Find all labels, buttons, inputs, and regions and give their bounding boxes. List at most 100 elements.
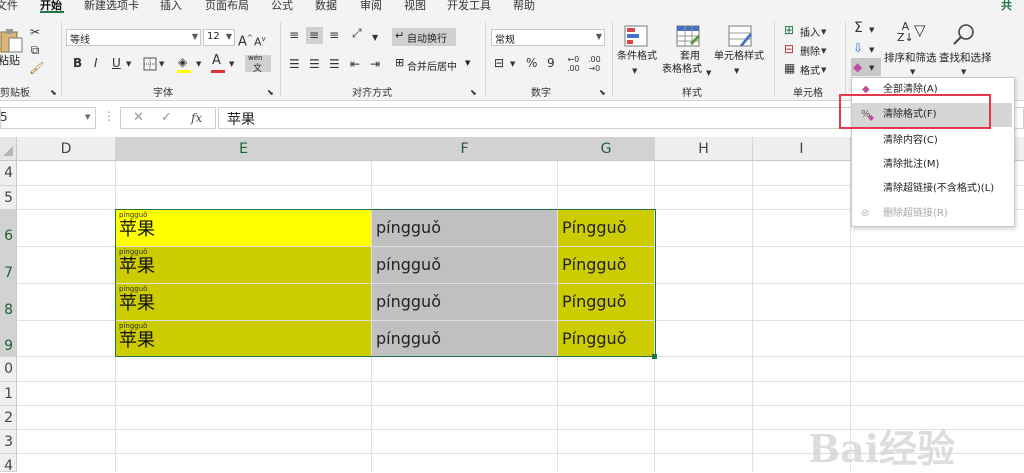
underline-button[interactable]: U <box>112 55 121 71</box>
insert-cells-label[interactable]: 插入 <box>800 24 820 39</box>
cut-icon[interactable]: ✂ <box>29 24 41 40</box>
chevron-down-icon[interactable]: ▼ <box>126 56 131 72</box>
chevron-down-icon[interactable]: ▼ <box>821 62 826 78</box>
italic-button[interactable]: I <box>94 55 98 71</box>
column-header-h[interactable]: H <box>655 137 753 161</box>
menu-developer[interactable]: 开发工具 <box>447 0 491 13</box>
share-button[interactable]: 共 <box>1001 0 1012 13</box>
format-as-table-icon[interactable] <box>676 25 702 49</box>
insert-cells-icon[interactable]: ⊞ <box>784 22 794 38</box>
chevron-down-icon[interactable]: ▼ <box>734 63 739 79</box>
chevron-down-icon[interactable]: ▼ <box>869 22 874 38</box>
font-color-icon[interactable]: A <box>212 53 221 69</box>
align-left-icon[interactable]: ☰ <box>289 56 300 72</box>
cell-styles-label[interactable]: 单元格样式 <box>714 51 764 63</box>
comma-button[interactable]: 9 <box>547 55 555 71</box>
format-as-table-label-2[interactable]: 表格格式 <box>662 64 702 76</box>
chevron-down-icon[interactable]: ▼ <box>372 30 378 46</box>
menu-item-remove-hyperlinks[interactable]: ⊘ 删除超链接(R) <box>852 202 1012 226</box>
orientation-icon[interactable]: ⤢ <box>352 25 362 41</box>
column-header-f[interactable]: F <box>372 137 558 161</box>
chevron-down-icon[interactable]: ▼ <box>159 56 164 72</box>
paste-icon[interactable] <box>0 27 24 53</box>
menu-insert[interactable]: 插入 <box>160 0 182 13</box>
merge-center-button[interactable]: ⊞ 合并后居中 ▼ <box>392 56 476 74</box>
menu-help[interactable]: 帮助 <box>513 0 535 13</box>
font-name-select[interactable]: 等线 ▼ <box>66 29 201 46</box>
dialog-launcher-icon[interactable]: ⬊ <box>470 85 477 101</box>
menu-file[interactable]: 文件 <box>0 0 18 13</box>
row-header[interactable]: 1 <box>0 382 17 406</box>
bold-button[interactable]: B <box>73 55 82 71</box>
row-header[interactable]: 5 <box>0 186 17 210</box>
shrink-font-button[interactable]: Av <box>254 31 266 51</box>
conditional-format-label[interactable]: 条件格式 <box>617 51 657 63</box>
menu-page-layout[interactable]: 页面布局 <box>205 0 249 13</box>
increase-decimal-icon[interactable]: ←0.00 <box>567 55 580 73</box>
column-header-e[interactable]: E <box>116 137 372 161</box>
column-header-g[interactable]: G <box>558 137 655 161</box>
increase-indent-icon[interactable]: ⇥ <box>370 56 380 72</box>
find-select-label[interactable]: 查找和选择 <box>939 50 992 65</box>
wrap-text-button[interactable]: ↵ 自动换行 <box>392 28 456 46</box>
align-center-icon[interactable]: ☰ <box>309 56 320 72</box>
percent-button[interactable]: % <box>526 55 537 71</box>
row-header[interactable]: 3 <box>0 430 17 454</box>
align-middle-button[interactable]: ≡ <box>306 27 323 44</box>
menu-review[interactable]: 审阅 <box>360 0 382 13</box>
delete-cells-icon[interactable]: ⊟ <box>784 41 794 57</box>
menu-view[interactable]: 视图 <box>404 0 426 13</box>
find-select-icon[interactable] <box>951 22 977 46</box>
align-right-icon[interactable]: ☰ <box>329 56 340 72</box>
chevron-down-icon[interactable]: ▼ <box>632 63 637 79</box>
fill-color-icon[interactable]: ◈ <box>178 54 187 70</box>
name-box[interactable]: 5 ▼ <box>0 107 96 129</box>
dialog-launcher-icon[interactable]: ⬊ <box>50 85 57 101</box>
cancel-icon[interactable]: ✕ <box>133 110 144 125</box>
row-header[interactable]: 9 <box>0 321 17 357</box>
format-as-table-label-1[interactable]: 套用 <box>680 51 700 63</box>
decrease-decimal-icon[interactable]: .00 →0 <box>588 55 601 73</box>
format-cells-icon[interactable]: ▦ <box>784 60 795 76</box>
menu-item-clear-hyperlinks[interactable]: 清除超链接(不含格式)(L) <box>852 177 1012 201</box>
enter-icon[interactable]: ✓ <box>161 110 172 125</box>
font-size-select[interactable]: 12 ▼ <box>203 29 235 46</box>
currency-icon[interactable]: ⊟ <box>494 55 504 71</box>
dialog-launcher-icon[interactable]: ⬊ <box>599 85 606 101</box>
menu-item-clear-comments[interactable]: 清除批注(M) <box>852 153 1012 177</box>
sort-filter-icon[interactable]: A Z↓ <box>897 21 914 43</box>
row-header[interactable]: 4 <box>0 454 17 472</box>
align-bottom-icon[interactable]: ≡ <box>329 27 339 43</box>
autosum-icon[interactable]: Σ <box>854 20 863 36</box>
row-header[interactable]: 2 <box>0 406 17 430</box>
fill-handle[interactable] <box>652 354 657 359</box>
cell-styles-icon[interactable] <box>728 25 754 49</box>
border-icon[interactable] <box>143 57 157 71</box>
number-format-select[interactable]: 常规 ▼ <box>491 29 605 46</box>
paste-label[interactable]: 粘贴 <box>0 52 20 68</box>
chevron-down-icon[interactable]: ▼ <box>510 56 515 72</box>
format-cells-label[interactable]: 格式 <box>800 62 820 77</box>
phonetic-button[interactable]: wén 文 <box>245 54 271 74</box>
decrease-indent-icon[interactable]: ⇤ <box>350 56 360 72</box>
menu-item-clear-contents[interactable]: 清除内容(C) <box>852 129 1012 153</box>
column-header-d[interactable]: D <box>17 137 116 161</box>
grow-font-button[interactable]: A^ <box>238 30 253 50</box>
menu-new-tab[interactable]: 新建选项卡 <box>84 0 139 13</box>
menu-formulas[interactable]: 公式 <box>271 0 293 13</box>
select-all-corner[interactable] <box>0 137 17 161</box>
fill-icon[interactable]: ⇩ <box>853 40 863 56</box>
row-header[interactable]: 0 <box>0 357 17 382</box>
conditional-format-icon[interactable] <box>624 25 650 49</box>
menu-data[interactable]: 数据 <box>315 0 337 13</box>
row-header[interactable]: 6 <box>0 210 17 247</box>
chevron-down-icon[interactable]: ▼ <box>196 56 201 72</box>
clear-button[interactable]: ◆ ▼ <box>851 58 881 76</box>
format-painter-icon[interactable]: 🖌 <box>29 60 44 76</box>
chevron-down-icon[interactable]: ▼ <box>706 65 711 81</box>
copy-icon[interactable]: ⧉ <box>29 42 41 58</box>
chevron-down-icon[interactable]: ▼ <box>229 56 234 72</box>
chevron-down-icon[interactable]: ▼ <box>869 42 874 58</box>
row-header[interactable]: 8 <box>0 284 17 321</box>
dialog-launcher-icon[interactable]: ⬊ <box>267 85 274 101</box>
